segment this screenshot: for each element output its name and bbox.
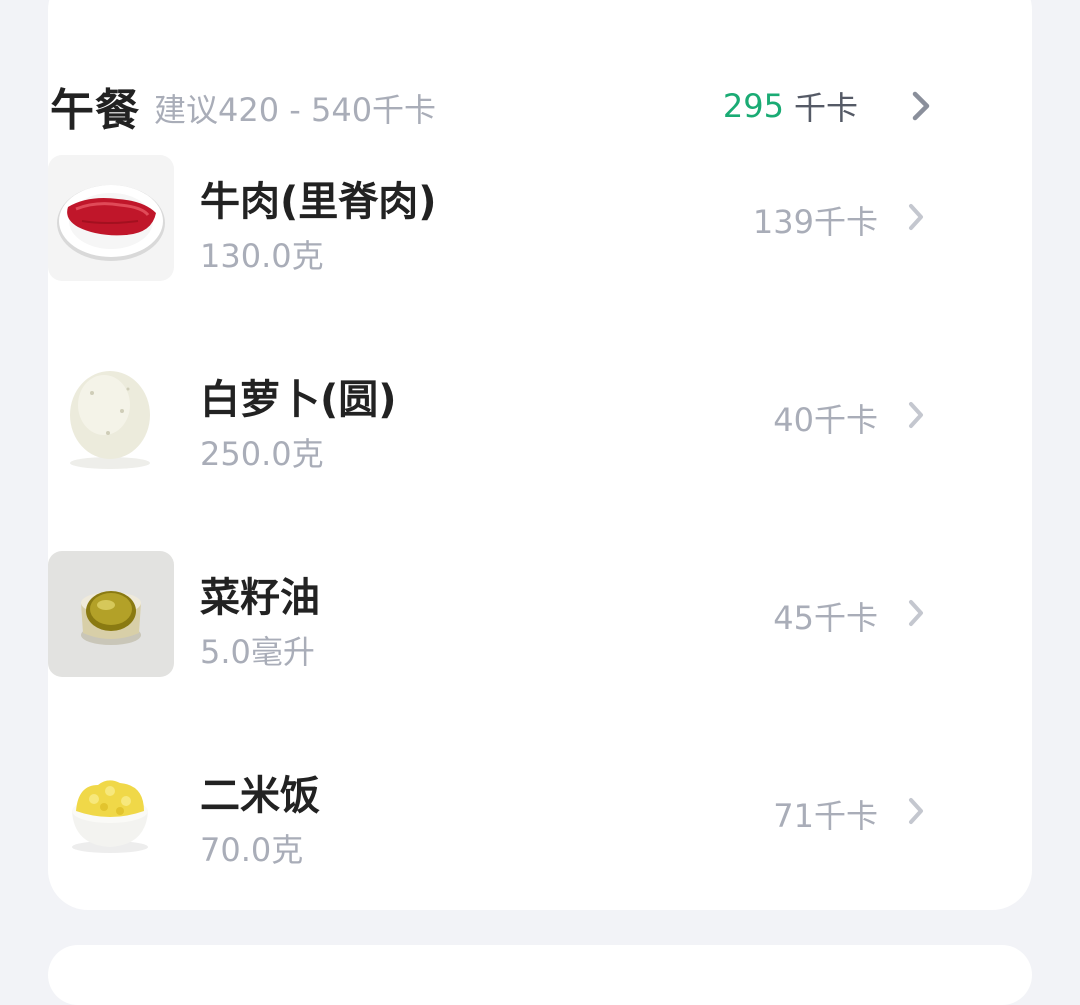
chevron-right-icon	[912, 91, 930, 121]
meal-total-unit: 千卡	[793, 89, 858, 127]
food-name: 白萝卜(圆)	[200, 377, 397, 423]
food-name: 二米饭	[200, 773, 320, 819]
food-amount: 130.0克	[200, 237, 324, 275]
rice-icon	[48, 749, 174, 875]
food-kcal: 40千卡	[773, 401, 878, 439]
food-amount: 5.0毫升	[200, 633, 315, 671]
food-item-rice[interactable]: 二米饭 70.0克 71千卡	[48, 749, 932, 877]
food-amount: 250.0克	[200, 435, 324, 473]
next-card	[48, 945, 1032, 1005]
food-name: 牛肉(里脊肉)	[200, 179, 437, 225]
chevron-right-icon	[909, 402, 923, 428]
food-name: 菜籽油	[200, 575, 320, 621]
radish-icon	[48, 353, 174, 479]
chevron-right-icon	[909, 600, 923, 626]
food-item-beef[interactable]: 牛肉(里脊肉) 130.0克 139千卡	[48, 155, 932, 283]
meal-header[interactable]: 午餐 建议420 - 540千卡 295 千卡	[50, 76, 934, 136]
meal-calorie-suggestion: 建议420 - 540千卡	[154, 91, 437, 129]
food-kcal: 139千卡	[752, 203, 878, 241]
chevron-right-icon	[909, 798, 923, 824]
beef-icon	[48, 155, 174, 281]
food-amount: 70.0克	[200, 831, 304, 869]
meal-total[interactable]: 295 千卡	[723, 76, 934, 136]
meal-title: 午餐	[50, 85, 140, 136]
food-kcal: 45千卡	[773, 599, 878, 637]
chevron-right-icon	[909, 204, 923, 230]
food-item-oil[interactable]: 菜籽油 5.0毫升 45千卡	[48, 551, 932, 679]
food-kcal: 71千卡	[773, 797, 878, 835]
oil-icon	[48, 551, 174, 677]
food-item-radish[interactable]: 白萝卜(圆) 250.0克 40千卡	[48, 353, 932, 481]
meal-total-kcal: 295	[722, 87, 784, 125]
